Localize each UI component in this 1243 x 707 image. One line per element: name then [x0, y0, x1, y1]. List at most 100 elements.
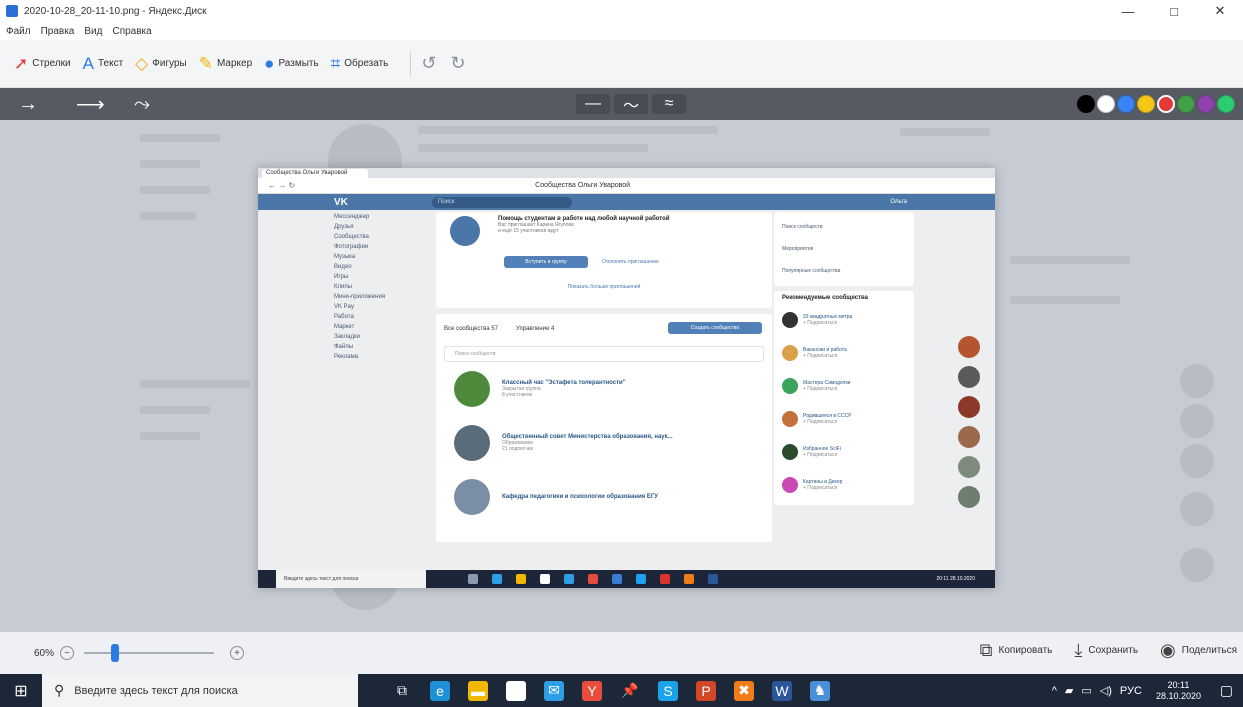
vk-right-column: Поиск сообществ Мероприятия Популярные с…	[774, 212, 914, 510]
zoom-slider-handle[interactable]	[110, 644, 119, 662]
mail-icon[interactable]: ✉	[544, 680, 564, 701]
blur-tool-button[interactable]: ● Размыть	[264, 55, 319, 72]
arrow-style-3-icon[interactable]: ⤳	[134, 93, 174, 116]
recommended-subscribe: + Подписаться	[803, 451, 838, 458]
recommended-item: Картины и Декор + Подписаться	[782, 468, 906, 501]
menu-bar: Файл Правка Вид Справка	[0, 22, 1243, 40]
menu-edit[interactable]: Правка	[41, 26, 75, 37]
text-tool-button[interactable]: A Текст	[83, 55, 124, 72]
zoom-in-button[interactable]: +	[230, 646, 245, 660]
color-swatch[interactable]	[1097, 95, 1115, 113]
chevron-up-icon[interactable]: ^	[1052, 685, 1057, 697]
menu-view[interactable]: Вид	[84, 26, 102, 37]
browser-address-bar: ← → ↻ Сообщества Ольги Уваровой	[258, 178, 995, 194]
arrow-style-1-icon[interactable]: →	[18, 93, 58, 116]
community-count: 21 подписчик	[502, 446, 533, 452]
invite-line-2: и ещё 15 участников ждут	[498, 228, 559, 234]
recommended-name: Картины и Декор	[803, 478, 843, 485]
zoom-out-button[interactable]: −	[60, 646, 75, 660]
yandex-browser-icon[interactable]: Y	[582, 680, 602, 701]
copy-button[interactable]: ⧉ Копировать	[980, 640, 1053, 661]
redo-icon[interactable]: ↻	[451, 53, 466, 74]
close-button[interactable]: ✕	[1197, 0, 1243, 22]
task-view-icon[interactable]: ⧉	[392, 681, 412, 701]
color-swatch[interactable]	[1117, 95, 1135, 113]
taskbar-clock[interactable]: 20:11 28.10.2020	[1156, 680, 1201, 702]
community-avatar	[454, 371, 490, 407]
app-icon[interactable]: ♞	[810, 680, 830, 701]
recommended-subscribe: + Подписаться	[803, 484, 838, 491]
events-link: Мероприятия	[782, 246, 814, 252]
zoom-level: 60%	[34, 647, 55, 659]
file-explorer-icon[interactable]: ▬	[468, 680, 488, 701]
recommended-subscribe: + Подписаться	[803, 418, 838, 425]
edge-icon[interactable]: e	[430, 680, 450, 701]
color-swatch[interactable]	[1137, 95, 1155, 113]
paint-icon[interactable]: ✖	[734, 680, 754, 701]
start-button[interactable]: ⊞	[0, 674, 42, 707]
crop-tool-button[interactable]: ⌗ Обрезать	[331, 55, 389, 72]
color-swatch[interactable]	[1197, 95, 1215, 113]
network-icon[interactable]: ▰	[1065, 684, 1073, 697]
recommended-title: Рекомендуемые сообщества	[782, 295, 868, 301]
vk-main-column: Помощь студентам в работе над любой науч…	[436, 212, 772, 542]
recommended-item: Родившиеся в СССР + Подписаться	[782, 402, 906, 435]
community-row: Кафедра педагогики и психологии образова…	[444, 470, 764, 524]
vk-menu-item: Игры	[334, 274, 349, 280]
maximize-button[interactable]: □	[1151, 0, 1197, 22]
taskbar-search[interactable]: ⚲ Введите здесь текст для поиска	[42, 674, 358, 707]
store-icon[interactable]: ⛁	[506, 680, 526, 701]
recommended-text: Вакансии и работа + Подписаться	[803, 347, 847, 359]
skype-icon[interactable]: S	[658, 680, 678, 701]
volume-icon[interactable]: ◁)	[1100, 684, 1112, 697]
arrows-tool-label: Стрелки	[32, 58, 71, 69]
shapes-tool-button[interactable]: ◇ Фигуры	[135, 55, 187, 72]
stroke-thick-option[interactable]: ≈	[652, 94, 686, 114]
vk-user-name: Ольга	[890, 199, 907, 205]
stroke-medium-option[interactable]: 〜	[614, 94, 648, 115]
community-avatar	[454, 479, 490, 515]
word-icon[interactable]: W	[772, 680, 792, 701]
stroke-thin-option[interactable]: —	[576, 94, 610, 114]
menu-file[interactable]: Файл	[6, 26, 31, 37]
minimize-button[interactable]: —	[1105, 0, 1151, 22]
color-swatch[interactable]	[1217, 95, 1235, 113]
ghost-text	[1010, 256, 1130, 264]
pin-icon[interactable]: 📌	[620, 681, 640, 701]
zoom-slider[interactable]	[84, 644, 215, 662]
vk-logo-icon: VK	[334, 196, 348, 208]
inner-taskbar-app-icon	[516, 574, 526, 584]
title-bar: 2020-10-28_20-11-10.png - Яндекс.Диск — …	[0, 0, 1243, 22]
image-canvas[interactable]: Сообщества Ольги Уваровой ← → ↻ Сообщест…	[0, 120, 1243, 632]
undo-icon[interactable]: ↺	[421, 53, 436, 74]
vk-menu-item: Сообщества	[334, 234, 369, 240]
ghost-avatar	[1180, 548, 1214, 582]
color-swatch[interactable]	[1157, 95, 1175, 113]
powerpoint-icon[interactable]: P	[696, 680, 716, 701]
friend-avatar	[958, 486, 980, 508]
recommended-avatar	[782, 410, 798, 427]
taskbar-apps: ⧉ e ▬ ⛁ ✉ Y 📌 S P ✖ W ♞	[392, 680, 848, 701]
invite-group-icon	[450, 216, 480, 246]
community-text: Кафедра педагогики и психологии образова…	[502, 494, 658, 500]
arrows-tool-button[interactable]: ➚ Стрелки	[14, 55, 71, 72]
friend-avatar	[958, 396, 980, 418]
vk-header: VK Поиск Ольга	[258, 194, 995, 210]
marker-tool-button[interactable]: ✎ Маркер	[199, 55, 252, 72]
arrow-style-2-icon[interactable]: ⟶	[76, 92, 116, 117]
battery-icon[interactable]: ▭	[1081, 684, 1091, 697]
windows-taskbar: ⊞ ⚲ Введите здесь текст для поиска ⧉ e ▬ ⛁ ✉…	[0, 674, 1243, 707]
menu-help[interactable]: Справка	[112, 26, 151, 37]
join-group-button: Вступить в группу	[504, 256, 588, 268]
color-swatch[interactable]	[1077, 95, 1095, 113]
search-communities-link: Поиск сообществ	[782, 224, 823, 230]
notifications-icon[interactable]: ▢	[1220, 682, 1233, 699]
recommended-text: Картины и Декор + Подписаться	[803, 479, 842, 491]
save-button[interactable]: ⤓ Сохранить	[1074, 640, 1138, 661]
download-icon: ⤓	[1074, 640, 1083, 660]
viewed-screenshot: Сообщества Ольги Уваровой ← → ↻ Сообщест…	[258, 168, 995, 588]
share-button[interactable]: ◉ Поделиться	[1160, 640, 1237, 661]
recommended-text: Мастера Самоделки + Подписаться	[803, 380, 850, 392]
color-swatch[interactable]	[1177, 95, 1195, 113]
language-indicator[interactable]: РУС	[1120, 685, 1142, 697]
